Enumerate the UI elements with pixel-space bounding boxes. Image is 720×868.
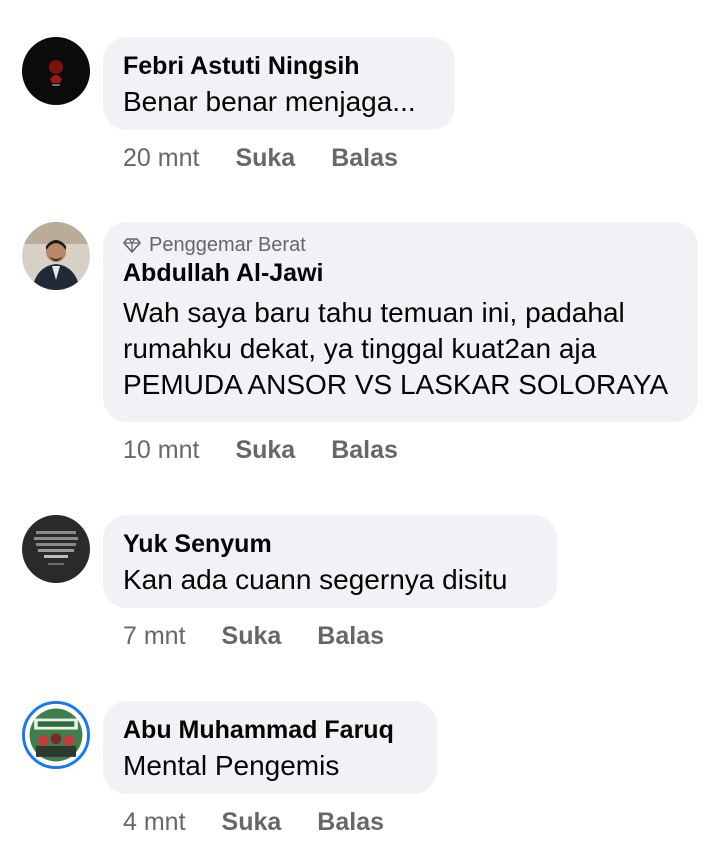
comment-text: Wah saya baru tahu temuan ini, padahal r…	[123, 295, 678, 403]
like-button[interactable]: Suka	[222, 621, 282, 651]
comment-text: Mental Pengemis	[123, 750, 340, 781]
comment-time[interactable]: 10 mnt	[123, 435, 199, 465]
fan-badge: Penggemar Berat	[123, 234, 678, 256]
comment-time[interactable]: 4 mnt	[123, 807, 186, 837]
badge-label: Penggemar Berat	[149, 234, 306, 256]
like-button[interactable]: Suka	[235, 435, 295, 465]
comment-time[interactable]: 20 mnt	[123, 143, 199, 173]
avatar[interactable]	[22, 222, 90, 290]
comment-author[interactable]: Febri Astuti Ningsih	[123, 51, 435, 81]
comment-actions: 20 mnt Suka Balas	[123, 143, 398, 173]
comment-bubble: Yuk Senyum Kan ada cuann segernya disitu	[103, 515, 557, 608]
comment-bubble: Penggemar Berat Abdullah Al-Jawi Wah say…	[103, 222, 698, 422]
comment-author[interactable]: Abu Muhammad Faruq	[123, 715, 417, 745]
avatar-image	[22, 515, 90, 583]
comment-author[interactable]: Abdullah Al-Jawi	[123, 258, 678, 288]
like-button[interactable]: Suka	[222, 807, 282, 837]
reply-button[interactable]: Balas	[331, 435, 398, 465]
diamond-icon	[123, 238, 141, 253]
comment-text: Kan ada cuann segernya disitu	[123, 564, 508, 595]
comment-author[interactable]: Yuk Senyum	[123, 529, 537, 559]
avatar[interactable]	[22, 37, 90, 105]
comment-text-line: Wah saya baru tahu temuan ini, padahal	[123, 297, 625, 328]
reply-button[interactable]: Balas	[317, 807, 384, 837]
avatar-image	[22, 222, 90, 290]
comment-list: Febri Astuti Ningsih Benar benar menjaga…	[0, 0, 720, 868]
comment-time[interactable]: 7 mnt	[123, 621, 186, 651]
comment-actions: 7 mnt Suka Balas	[123, 621, 384, 651]
comment-bubble: Febri Astuti Ningsih Benar benar menjaga…	[103, 37, 455, 130]
comment-text-line: rumahku dekat, ya tinggal kuat2an aja	[123, 333, 597, 364]
comment-actions: 10 mnt Suka Balas	[123, 435, 398, 465]
avatar-image	[25, 704, 87, 766]
avatar-image	[22, 37, 90, 105]
avatar[interactable]	[22, 515, 90, 583]
comment-text: Benar benar menjaga...	[123, 86, 416, 117]
reply-button[interactable]: Balas	[331, 143, 398, 173]
comment-actions: 4 mnt Suka Balas	[123, 807, 384, 837]
like-button[interactable]: Suka	[235, 143, 295, 173]
comment-bubble: Abu Muhammad Faruq Mental Pengemis	[103, 701, 437, 794]
reply-button[interactable]: Balas	[317, 621, 384, 651]
avatar[interactable]	[22, 701, 90, 769]
comment-text-line: PEMUDA ANSOR VS LASKAR SOLORAYA	[123, 369, 669, 400]
